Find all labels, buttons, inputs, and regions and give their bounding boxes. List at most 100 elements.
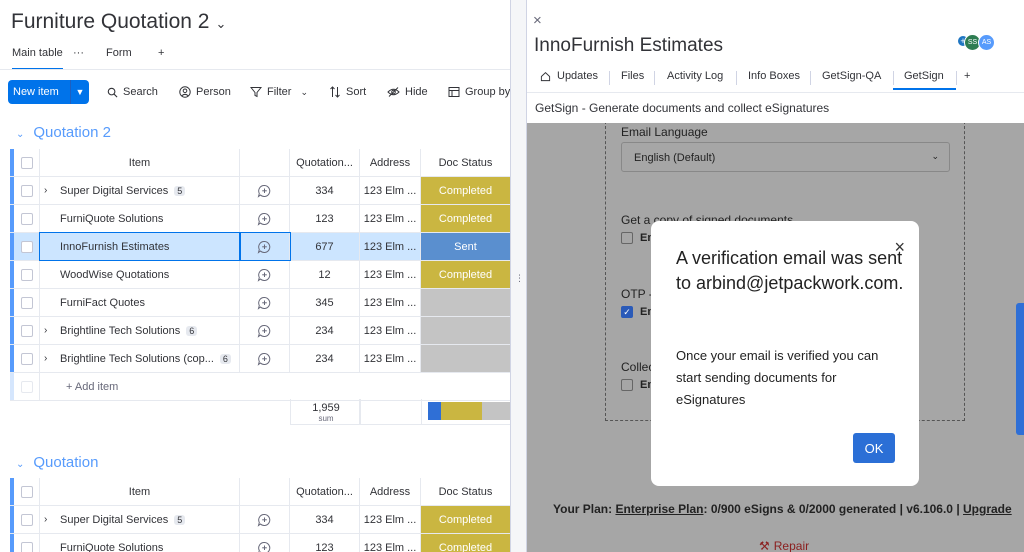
add-item-row[interactable]: + Add item [10, 373, 510, 401]
tab-getsign-qa[interactable]: GetSign-QA [822, 70, 881, 82]
column-header-doc-status[interactable]: Doc Status [421, 478, 510, 505]
filter-button[interactable]: Filter ⌄ [250, 86, 308, 98]
add-tab-button[interactable]: + [964, 70, 970, 82]
item-name-cell[interactable]: › Super Digital Services 5 [40, 506, 240, 533]
plan-name-link[interactable]: Enterprise Plan [615, 502, 703, 516]
add-update-button[interactable] [240, 177, 290, 204]
table-row[interactable]: FurniFact Quotes 345 123 Elm ... [10, 289, 510, 317]
row-checkbox[interactable] [14, 205, 40, 232]
panel-resize-handle[interactable]: ⋮⋮ [510, 0, 534, 552]
item-title[interactable]: InnoFurnish Estimates [534, 35, 723, 57]
row-checkbox[interactable] [14, 534, 40, 552]
table-row[interactable]: › Super Digital Services 5 334 123 Elm ... Co… [10, 177, 510, 205]
add-update-button[interactable] [240, 534, 290, 552]
tab-files[interactable]: Files [621, 70, 644, 82]
chevron-down-icon[interactable]: ⌄ [215, 16, 226, 31]
table-row[interactable]: › Brightline Tech Solutions (cop... 6 234 12… [10, 345, 510, 373]
chevron-down-icon[interactable]: ▼ [70, 80, 89, 104]
address-cell[interactable]: 123 Elm ... [360, 233, 421, 260]
group-header-quotation[interactable]: ⌄ Quotation [16, 454, 98, 471]
tab-updates[interactable]: Updates [540, 70, 598, 82]
address-cell[interactable]: 123 Elm ... [360, 534, 421, 552]
email-language-select[interactable]: English (Default) ⌄ [621, 142, 950, 172]
status-cell[interactable] [421, 289, 510, 316]
address-cell[interactable]: 123 Elm ... [360, 177, 421, 204]
table-row[interactable]: InnoFurnish Estimates 677 123 Elm ... Sent [10, 232, 510, 261]
add-item-input[interactable]: + Add item [40, 373, 510, 400]
table-row[interactable]: WoodWise Quotations 12 123 Elm ... Complete… [10, 261, 510, 289]
column-header-address[interactable]: Address [360, 478, 421, 505]
expand-subitems-icon[interactable]: › [44, 353, 58, 364]
add-update-button[interactable] [240, 317, 290, 344]
column-header-quotation[interactable]: Quotation... [290, 478, 360, 505]
row-checkbox[interactable] [14, 345, 40, 372]
row-checkbox[interactable] [14, 233, 40, 260]
group-header-quotation-2[interactable]: ⌄ Quotation 2 [16, 124, 111, 141]
row-checkbox[interactable] [14, 177, 40, 204]
status-cell[interactable]: Completed [421, 534, 510, 552]
add-update-button[interactable] [240, 506, 290, 533]
view-tab-form[interactable]: Form [106, 47, 132, 59]
row-checkbox[interactable] [14, 261, 40, 288]
quotation-cell[interactable]: 345 [290, 289, 360, 316]
column-header-item[interactable]: Item [40, 478, 240, 505]
tab-activity-log[interactable]: Activity Log [667, 70, 723, 82]
status-distribution-bar[interactable] [428, 402, 510, 420]
item-name-cell[interactable]: FurniFact Quotes [40, 289, 240, 316]
copy-documents-checkbox[interactable] [621, 232, 633, 244]
quotation-cell[interactable]: 677 [290, 233, 360, 260]
column-header-quotation[interactable]: Quotation... [290, 149, 360, 176]
table-row[interactable]: › Brightline Tech Solutions 6 234 123 Elm ..… [10, 317, 510, 345]
add-view-button[interactable]: + [158, 47, 164, 59]
tab-getsign[interactable]: GetSign [893, 70, 956, 90]
status-cell[interactable] [421, 317, 510, 344]
search-button[interactable]: Search [107, 86, 158, 98]
view-more-icon[interactable]: ··· [73, 47, 84, 59]
quotation-cell[interactable]: 334 [290, 506, 360, 533]
item-name-cell[interactable]: WoodWise Quotations [40, 261, 240, 288]
address-cell[interactable]: 123 Elm ... [360, 261, 421, 288]
select-all-checkbox[interactable] [14, 478, 40, 505]
row-checkbox[interactable] [14, 506, 40, 533]
subitem-count-badge[interactable]: 6 [186, 325, 198, 336]
subitem-count-badge[interactable]: 6 [219, 353, 231, 364]
item-name-cell[interactable]: › Brightline Tech Solutions (cop... 6 [40, 345, 240, 372]
chevron-down-icon[interactable]: ⌄ [300, 87, 308, 98]
collect-checkbox[interactable] [621, 379, 633, 391]
side-tab-button[interactable] [1016, 303, 1024, 435]
new-item-button[interactable]: New item ▼ [8, 80, 89, 104]
repair-button[interactable]: ⚒ Repair [759, 539, 809, 552]
select-all-checkbox[interactable] [14, 149, 40, 176]
quotation-cell[interactable]: 12 [290, 261, 360, 288]
item-name-cell[interactable]: FurniQuote Solutions [40, 205, 240, 232]
row-checkbox[interactable] [14, 317, 40, 344]
add-update-button[interactable] [240, 345, 290, 372]
view-tab-main-table[interactable]: Main table [12, 47, 63, 70]
add-update-button[interactable] [240, 289, 290, 316]
expand-subitems-icon[interactable]: › [44, 185, 58, 196]
address-cell[interactable]: 123 Elm ... [360, 506, 421, 533]
quotation-cell[interactable]: 123 [290, 534, 360, 552]
item-name-cell[interactable]: FurniQuote Solutions [40, 534, 240, 552]
item-name-cell[interactable]: InnoFurnish Estimates [39, 232, 241, 261]
address-cell[interactable]: 123 Elm ... [360, 289, 421, 316]
otp-checkbox[interactable]: ✓ [621, 306, 633, 318]
status-cell[interactable]: Completed [421, 177, 510, 204]
column-header-address[interactable]: Address [360, 149, 421, 176]
item-name-cell[interactable]: › Super Digital Services 5 [40, 177, 240, 204]
row-checkbox[interactable] [14, 289, 40, 316]
add-update-button[interactable] [240, 205, 290, 232]
quotation-cell[interactable]: 123 [290, 205, 360, 232]
table-row[interactable]: › Super Digital Services 5 334 123 Elm ... Co… [10, 506, 510, 534]
tab-info-boxes[interactable]: Info Boxes [748, 70, 800, 82]
add-update-button[interactable] [240, 261, 290, 288]
address-cell[interactable]: 123 Elm ... [360, 205, 421, 232]
subitem-count-badge[interactable]: 5 [174, 514, 186, 525]
subitem-count-badge[interactable]: 5 [174, 185, 186, 196]
expand-subitems-icon[interactable]: › [44, 514, 58, 525]
status-cell[interactable]: Completed [421, 205, 510, 232]
status-cell[interactable]: Sent [421, 233, 510, 260]
group-by-button[interactable]: Group by [448, 86, 510, 98]
person-filter-button[interactable]: Person [179, 86, 231, 98]
quotation-cell[interactable]: 334 [290, 177, 360, 204]
